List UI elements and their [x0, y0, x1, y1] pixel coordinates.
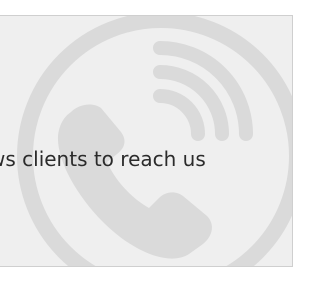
phone-ringing-icon	[17, 16, 292, 266]
card-text: ws clients to reach us	[0, 147, 206, 171]
contact-card: ws clients to reach us	[0, 15, 293, 267]
viewport: ws clients to reach us	[0, 0, 295, 296]
